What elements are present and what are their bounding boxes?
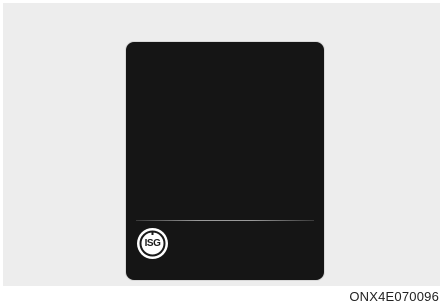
- isg-icon-label: ISG: [144, 238, 161, 249]
- figure-code: ONX4E070096: [349, 289, 439, 304]
- isg-icon: ISG: [137, 228, 168, 259]
- display-divider: [136, 220, 314, 221]
- cluster-display: ISG: [126, 42, 324, 280]
